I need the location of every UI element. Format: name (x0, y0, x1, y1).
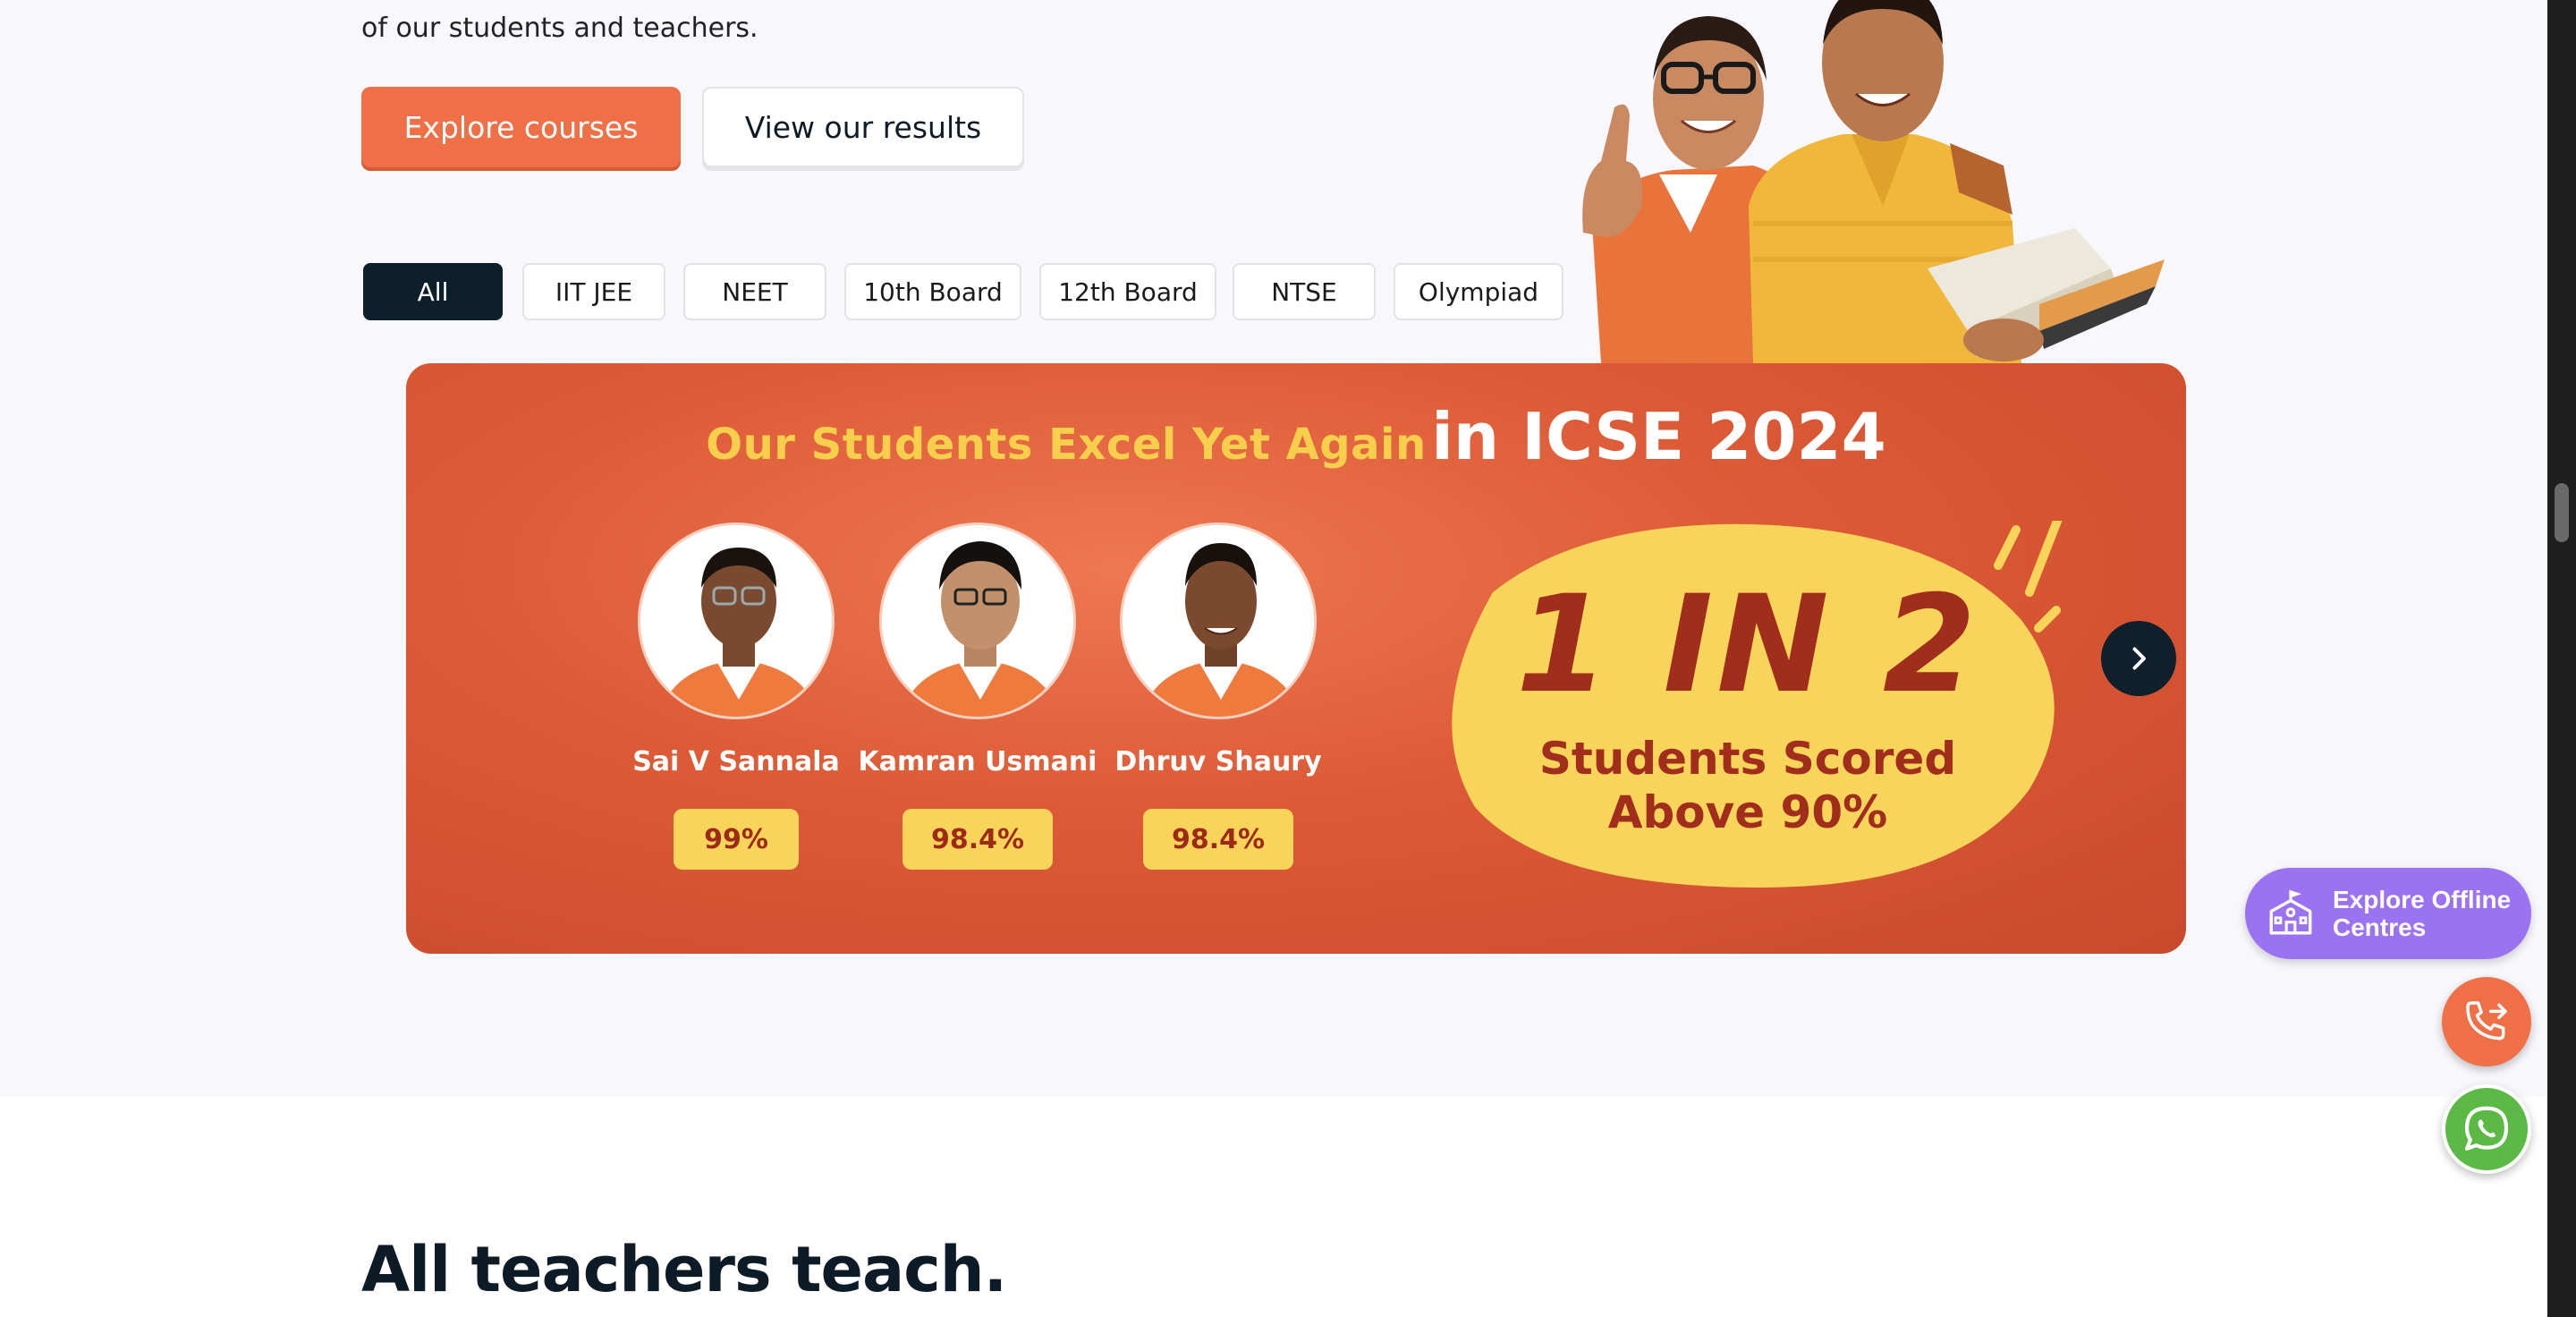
student-name: Dhruv Shaury (1114, 746, 1322, 777)
highlight-ratio: 1 IN 2 (1515, 567, 1980, 723)
student-card: Kamran Usmani (859, 523, 1097, 777)
scrollbar-thumb[interactable] (2555, 483, 2569, 542)
student-photo (638, 523, 835, 719)
hero-intro-text: of our students and teachers. (361, 13, 758, 44)
offline-centres-label: Explore Offline Centres (2333, 886, 2511, 941)
phone-callback-icon (2466, 1001, 2507, 1041)
chevron-right-icon (2132, 647, 2146, 670)
section-heading: All teachers teach. (361, 1233, 1007, 1306)
highlight-line2: Above 90% (1607, 786, 1888, 838)
view-results-button[interactable]: View our results (702, 87, 1024, 167)
whatsapp-icon (2464, 1106, 2509, 1151)
student-name: Sai V Sannala (632, 746, 840, 777)
filter-chip-iit-jee[interactable]: IIT JEE (522, 263, 665, 320)
student-name: Kamran Usmani (858, 746, 1097, 777)
filter-chip-12th-board[interactable]: 12th Board (1039, 263, 1216, 320)
student-score: 98.4% (902, 809, 1053, 870)
banner-title-part1: Our Students Excel Yet Again (706, 420, 1427, 470)
request-call-button[interactable] (2442, 977, 2531, 1066)
filter-chip-olympiad[interactable]: Olympiad (1394, 263, 1563, 320)
carousel-next-button[interactable] (2101, 621, 2176, 696)
student-score: 98.4% (1143, 809, 1293, 870)
scrollbar-track[interactable] (2547, 0, 2576, 1317)
student-photo (1120, 523, 1317, 719)
banner-title: Our Students Excel Yet Again in ICSE 202… (406, 399, 2186, 474)
highlight-line1: Students Scored (1538, 733, 1957, 785)
results-banner[interactable]: Our Students Excel Yet Again in ICSE 202… (406, 363, 2186, 954)
student-score: 99% (674, 809, 799, 870)
explore-courses-button[interactable]: Explore courses (361, 87, 681, 167)
offline-label-line1: Explore Offline (2333, 886, 2512, 913)
filter-chip-neet[interactable]: NEET (683, 263, 826, 320)
student-photo (879, 523, 1076, 719)
student-card: Sai V Sannala (632, 523, 840, 777)
filter-chip-10th-board[interactable]: 10th Board (844, 263, 1021, 320)
filter-chip-ntse[interactable]: NTSE (1233, 263, 1376, 320)
offline-label-line2: Centres (2333, 913, 2427, 941)
explore-offline-centres-button[interactable]: Explore Offline Centres (2245, 868, 2531, 959)
whatsapp-button[interactable] (2442, 1084, 2531, 1174)
filter-chip-all[interactable]: All (363, 263, 503, 320)
students-illustration (1582, 0, 2165, 363)
school-building-icon (2269, 889, 2312, 935)
banner-title-part2: in ICSE 2024 (1431, 399, 1886, 474)
student-card: Dhruv Shaury (1114, 523, 1322, 777)
